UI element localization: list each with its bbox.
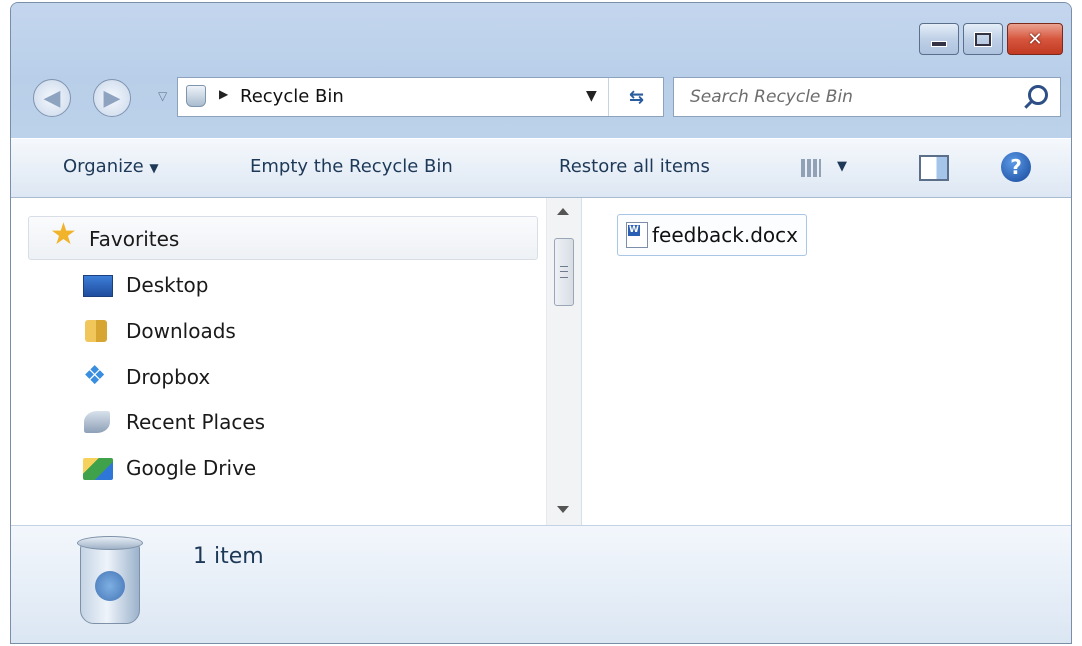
search-icon[interactable]: [1028, 85, 1048, 105]
close-button[interactable]: ✕: [1007, 23, 1063, 55]
sidebar-item-desktop[interactable]: Desktop: [126, 273, 208, 297]
search-input[interactable]: Search Recycle Bin: [673, 77, 1061, 117]
scroll-up-icon[interactable]: [557, 208, 569, 215]
word-document-icon: [626, 222, 648, 248]
minimize-button[interactable]: [919, 23, 959, 55]
back-button[interactable]: ◀: [33, 79, 71, 117]
recycle-bin-icon: [75, 536, 145, 626]
sidebar-item-google-drive[interactable]: Google Drive: [126, 456, 256, 480]
window-controls: ✕: [915, 23, 1063, 55]
breadcrumb-chevron-icon[interactable]: ▶: [219, 87, 228, 101]
maximize-button[interactable]: [963, 23, 1003, 55]
favorites-label: Favorites: [89, 227, 180, 251]
address-bar[interactable]: ▶ Recycle Bin ▼ ⇆: [177, 77, 664, 117]
downloads-folder-icon: [85, 320, 107, 342]
organize-button[interactable]: Organize ▼: [63, 156, 159, 177]
preview-pane-icon[interactable]: [919, 155, 949, 181]
explorer-window: ✕ ◀ ▶ ▽ ▶ Recycle Bin ▼ ⇆ Search Recycle…: [10, 2, 1072, 644]
chevron-down-icon: ▼: [149, 161, 159, 175]
file-list[interactable]: feedback.docx: [582, 198, 1071, 525]
dropbox-icon: ❖: [83, 361, 107, 391]
recent-pages-dropdown[interactable]: ▽: [158, 89, 167, 103]
recent-places-icon: [84, 411, 110, 433]
help-icon[interactable]: ?: [1001, 152, 1031, 182]
view-options-dropdown[interactable]: ▼: [837, 159, 847, 174]
sidebar-item-downloads[interactable]: Downloads: [126, 319, 236, 343]
chevron-down-icon: ▽: [158, 89, 168, 103]
maximize-icon: [975, 32, 991, 46]
sidebar-item-dropbox[interactable]: Dropbox: [126, 365, 210, 389]
back-arrow-icon: ◀: [43, 85, 61, 111]
file-name: feedback.docx: [652, 223, 798, 247]
file-item[interactable]: feedback.docx: [617, 214, 807, 256]
organize-label: Organize: [63, 156, 144, 177]
address-history-dropdown[interactable]: ▼: [586, 88, 597, 104]
google-drive-icon: [83, 458, 113, 480]
close-icon: ✕: [1027, 28, 1043, 50]
navigation-scrollbar[interactable]: [546, 198, 581, 525]
breadcrumb-recycle-bin[interactable]: Recycle Bin: [240, 86, 344, 107]
empty-recycle-bin-button[interactable]: Empty the Recycle Bin: [250, 156, 453, 177]
details-pane: 1 item: [11, 525, 1071, 643]
sidebar-item-recent-places[interactable]: Recent Places: [126, 410, 265, 434]
recycle-bin-icon: [186, 85, 206, 107]
minimize-icon: [931, 41, 947, 47]
restore-all-items-button[interactable]: Restore all items: [559, 156, 710, 177]
title-bar[interactable]: ✕ ◀ ▶ ▽ ▶ Recycle Bin ▼ ⇆ Search Recycle…: [11, 3, 1071, 138]
desktop-icon: [83, 275, 113, 297]
item-count: 1 item: [193, 544, 264, 569]
scroll-down-icon[interactable]: [557, 506, 569, 513]
forward-button[interactable]: ▶: [93, 79, 131, 117]
grip-icon: [560, 266, 568, 278]
forward-arrow-icon: ▶: [103, 85, 121, 111]
refresh-icon: ⇆: [628, 86, 645, 108]
change-view-icon[interactable]: [801, 159, 821, 177]
refresh-button[interactable]: ⇆: [608, 78, 664, 116]
scroll-thumb[interactable]: [554, 238, 574, 306]
command-bar: Organize ▼ Empty the Recycle Bin Restore…: [11, 138, 1071, 198]
star-icon: ★: [50, 217, 77, 252]
navigation-pane: ★ Favorites Desktop Downloads ❖ Dropbox …: [11, 198, 582, 525]
search-placeholder: Search Recycle Bin: [690, 87, 853, 107]
